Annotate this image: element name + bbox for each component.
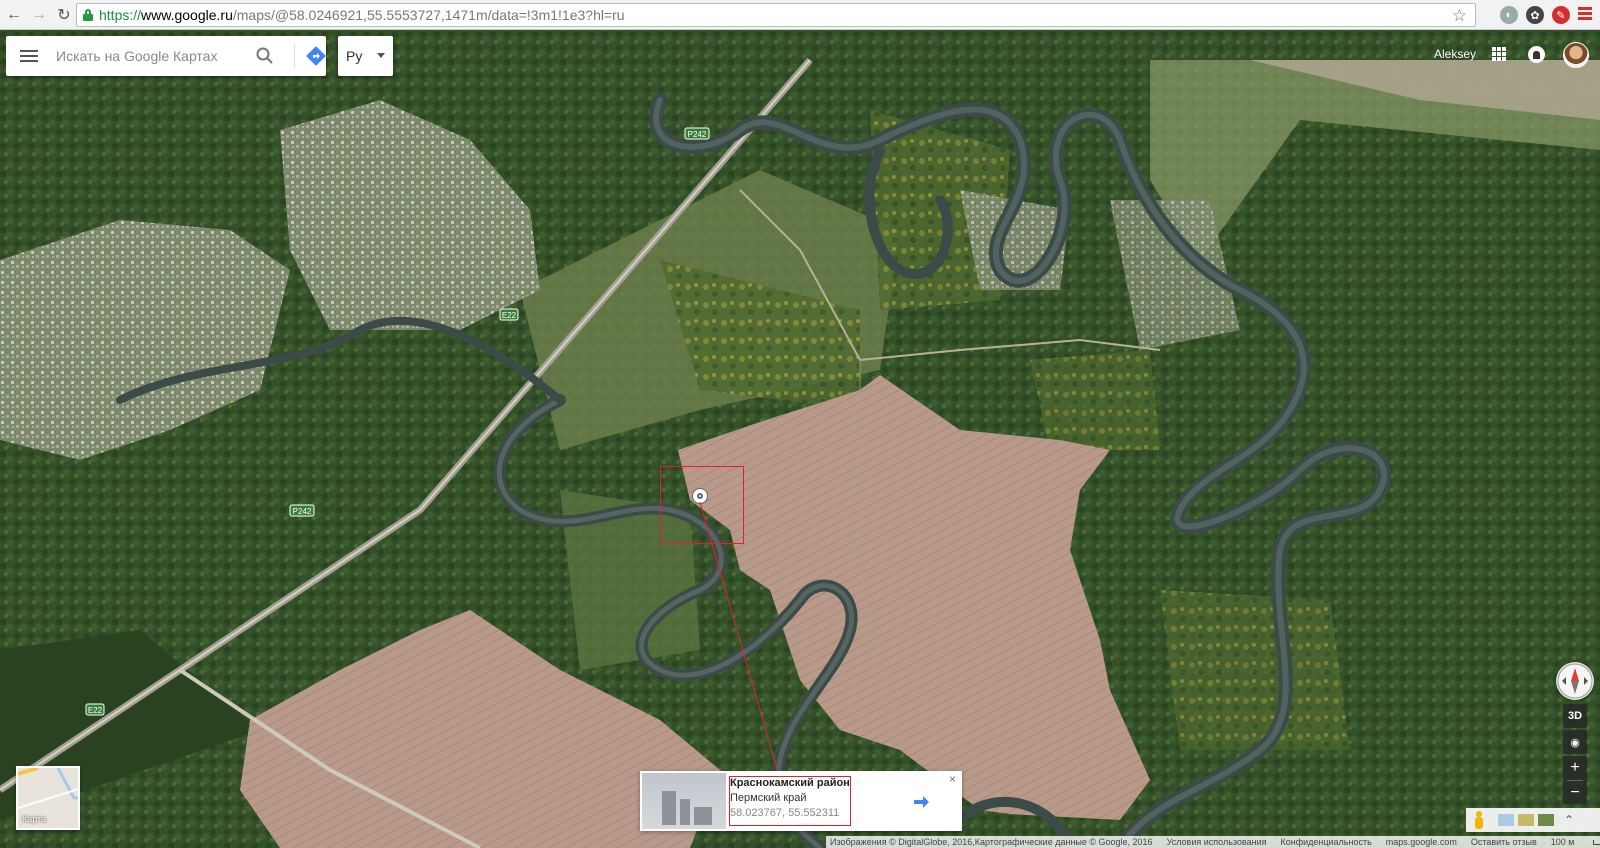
url-text: https://www.google.ru/maps/@58.0246921,5… bbox=[99, 7, 625, 23]
compass-icon[interactable] bbox=[1556, 662, 1594, 700]
minimap-label: Карта bbox=[22, 814, 47, 824]
road-shield-e22: E22 bbox=[499, 308, 519, 321]
satellite-map[interactable]: P242 E22 P242 E22 bbox=[0, 30, 1600, 848]
apps-grid-icon[interactable] bbox=[1492, 47, 1506, 61]
road-shield-p242: P242 bbox=[289, 504, 315, 517]
search-input[interactable] bbox=[56, 48, 256, 64]
zoom-in-button[interactable]: + bbox=[1563, 756, 1587, 780]
chevron-down-icon bbox=[377, 53, 385, 58]
language-select[interactable]: Ру bbox=[338, 36, 393, 76]
place-subtitle: Пермский край bbox=[730, 792, 807, 804]
browser-toolbar: ← → ↻ https://www.google.ru/maps/@58.024… bbox=[0, 0, 1600, 30]
svg-text:E22: E22 bbox=[502, 311, 517, 320]
layer-thumbnail[interactable] bbox=[1498, 814, 1514, 826]
extension-icon[interactable]: ✎ bbox=[1552, 6, 1570, 24]
directions-icon[interactable] bbox=[306, 46, 326, 66]
place-title: Краснокамский район bbox=[730, 777, 850, 789]
scale-indicator[interactable]: 100 м bbox=[1551, 837, 1600, 847]
privacy-link[interactable]: Конфиденциальность bbox=[1280, 837, 1371, 847]
reload-button[interactable]: ↻ bbox=[53, 4, 75, 26]
imagery-credit: Изображения © DigitalGlobe, 2016,Картогр… bbox=[830, 837, 1153, 847]
svg-text:P242: P242 bbox=[688, 130, 707, 139]
route-directions-icon[interactable] bbox=[910, 791, 932, 813]
place-coordinates: 58.023767, 55.552311 bbox=[730, 807, 840, 819]
forward-button[interactable]: → bbox=[28, 4, 50, 26]
bottom-tools: ⌃ bbox=[1466, 808, 1600, 832]
pegman-icon[interactable] bbox=[1472, 811, 1486, 829]
menu-icon[interactable] bbox=[20, 47, 38, 65]
close-icon[interactable]: × bbox=[949, 772, 956, 786]
scale-label: 100 м bbox=[1550, 837, 1575, 847]
layer-thumbnail[interactable] bbox=[1538, 814, 1554, 826]
browser-menu-icon[interactable] bbox=[1578, 7, 1592, 22]
svg-text:P242: P242 bbox=[293, 507, 312, 516]
zoom-out-button[interactable]: − bbox=[1563, 781, 1587, 804]
extension-icon[interactable]: ✿ bbox=[1526, 6, 1544, 24]
satellite-imagery: P242 E22 P242 E22 bbox=[0, 30, 1600, 848]
road-shield-p242: P242 bbox=[684, 127, 710, 140]
place-info-card[interactable]: Краснокамский район Пермский край 58.023… bbox=[640, 771, 962, 831]
search-icon[interactable] bbox=[255, 46, 275, 66]
svg-text:E22: E22 bbox=[88, 706, 103, 715]
expand-icon[interactable]: ⌃ bbox=[1564, 813, 1574, 827]
search-box bbox=[6, 36, 326, 76]
map-type-toggle[interactable]: Карта bbox=[16, 766, 80, 830]
notifications-bell-icon[interactable] bbox=[1528, 46, 1545, 63]
location-highlight-box bbox=[660, 466, 744, 544]
scale-bar bbox=[1592, 840, 1600, 845]
3d-toggle-button[interactable]: 3D bbox=[1563, 704, 1587, 728]
back-button[interactable]: ← bbox=[3, 4, 25, 26]
user-name-link[interactable]: Aleksey bbox=[1434, 47, 1476, 61]
terms-link[interactable]: Условия использования bbox=[1167, 837, 1267, 847]
place-thumbnail[interactable] bbox=[642, 773, 726, 829]
extension-icon[interactable]: ◐ bbox=[1500, 6, 1518, 24]
bookmark-star-icon[interactable]: ☆ bbox=[1452, 6, 1467, 26]
language-selected: Ру bbox=[346, 48, 363, 64]
site-link[interactable]: maps.google.com bbox=[1386, 837, 1457, 847]
my-location-icon[interactable]: ◉ bbox=[1563, 730, 1587, 754]
place-info-text: Краснокамский район Пермский край 58.023… bbox=[730, 777, 850, 819]
feedback-link[interactable]: Оставить отзыв bbox=[1471, 837, 1537, 847]
avatar[interactable] bbox=[1563, 42, 1589, 68]
layer-thumbnail[interactable] bbox=[1518, 814, 1534, 826]
location-pin-icon[interactable] bbox=[692, 488, 708, 504]
divider bbox=[294, 44, 295, 68]
zoom-controls: + − bbox=[1563, 756, 1587, 804]
road-shield-e22: E22 bbox=[85, 703, 105, 716]
address-bar[interactable]: https://www.google.ru/maps/@58.0246921,5… bbox=[76, 3, 1476, 27]
map-footer: Изображения © DigitalGlobe, 2016,Картогр… bbox=[826, 836, 1600, 848]
lock-icon bbox=[83, 9, 93, 21]
